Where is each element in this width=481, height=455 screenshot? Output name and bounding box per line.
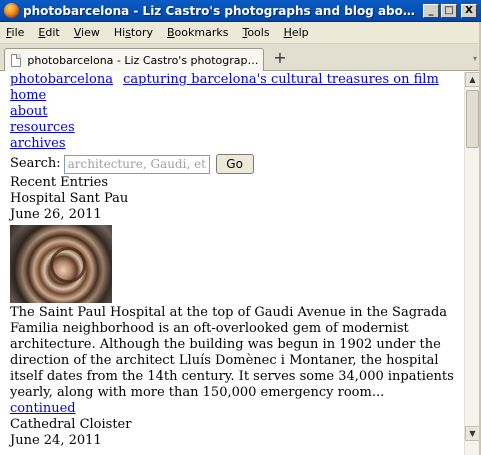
search-input[interactable]: [63, 154, 210, 174]
nav-archives[interactable]: archives: [10, 136, 465, 152]
page-content: photobarcelona capturing barcelona's cul…: [10, 72, 465, 449]
menu-edit[interactable]: Edit: [38, 26, 59, 39]
page-viewport: photobarcelona capturing barcelona's cul…: [0, 72, 481, 455]
nav-about[interactable]: about: [10, 104, 465, 120]
site-header: photobarcelona capturing barcelona's cul…: [10, 72, 465, 88]
page-icon: [11, 53, 22, 67]
scrollbar-thumb[interactable]: [466, 90, 479, 148]
menu-file[interactable]: File: [6, 26, 24, 39]
scroll-up-icon[interactable]: ▲: [465, 72, 480, 87]
menu-view[interactable]: View: [74, 26, 100, 39]
nav-home[interactable]: home: [10, 88, 465, 104]
tab-list-arrow-icon[interactable]: ▾: [473, 54, 477, 63]
menu-help[interactable]: Help: [284, 26, 309, 39]
menu-tools[interactable]: Tools: [242, 26, 269, 39]
entry-title: Cathedral Cloister: [10, 417, 132, 432]
continued-link[interactable]: continued: [10, 401, 465, 417]
nav-resources[interactable]: resources: [10, 120, 465, 136]
go-button[interactable]: Go: [215, 154, 254, 174]
recent-entries-heading: Recent Entries: [10, 175, 109, 190]
menu-history[interactable]: History: [114, 26, 153, 39]
entry-thumbnail-image[interactable]: [10, 225, 112, 303]
menu-bar: File Edit View History Bookmarks Tools H…: [0, 22, 481, 44]
tagline-link[interactable]: capturing barcelona's cultural treasures…: [123, 72, 439, 87]
search-form: Search: Go: [10, 153, 465, 175]
tab-label: photobarcelona - Liz Castro's photograph…: [27, 53, 263, 67]
tab-photobarcelona[interactable]: photobarcelona - Liz Castro's photograph…: [4, 48, 264, 71]
window-title: photobarcelona - Liz Castro's photograph…: [23, 3, 419, 18]
minimize-button[interactable]: _: [423, 3, 439, 18]
firefox-icon: [4, 3, 19, 18]
entry-title: Hospital Sant Pau: [10, 191, 129, 206]
scroll-down-icon[interactable]: ▼: [465, 426, 480, 441]
search-label: Search:: [10, 156, 61, 171]
site-name-link[interactable]: photobarcelona: [10, 72, 113, 87]
close-button[interactable]: X: [461, 3, 477, 18]
new-tab-button[interactable]: +: [269, 49, 291, 69]
menu-bookmarks[interactable]: Bookmarks: [167, 26, 228, 39]
entry-date: June 24, 2011: [10, 433, 102, 448]
window-controls: _ □ X: [423, 3, 477, 18]
vertical-scrollbar[interactable]: ▲ ▼: [464, 72, 480, 455]
entry-excerpt: The Saint Paul Hospital at the top of Ga…: [10, 305, 454, 400]
window-title-bar: photobarcelona - Liz Castro's photograph…: [0, 0, 481, 22]
entry-date: June 26, 2011: [10, 207, 102, 222]
tab-bar: photobarcelona - Liz Castro's photograph…: [0, 44, 481, 71]
maximize-button[interactable]: □: [441, 3, 457, 18]
